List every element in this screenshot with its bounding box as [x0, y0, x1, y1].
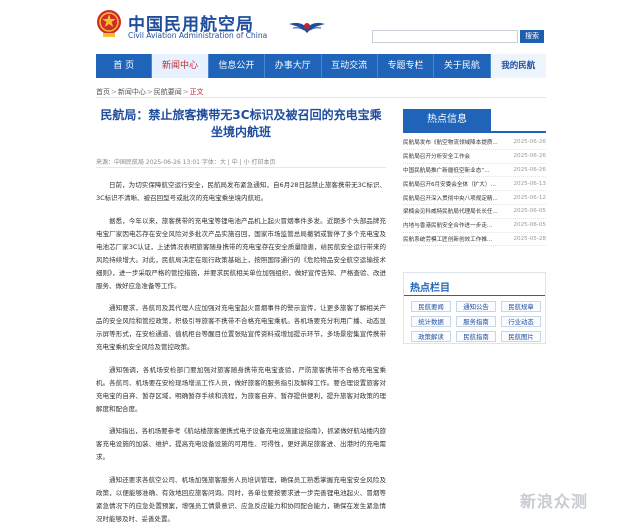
- topic-button[interactable]: 民航图片: [501, 331, 541, 342]
- search-input[interactable]: [372, 30, 518, 43]
- national-emblem-icon: [97, 10, 121, 37]
- nav-info-disclosure[interactable]: 信息公开: [209, 54, 266, 78]
- hot-item-title[interactable]: 中国民航局推广新疆低空新业态“...: [403, 166, 499, 174]
- breadcrumb-divider: [96, 97, 546, 98]
- nav-my-caac[interactable]: 我的民航: [490, 54, 546, 78]
- topic-button[interactable]: 行业动态: [501, 316, 541, 327]
- hot-item-title[interactable]: 民航系统劳模工匠创新创效工作推...: [403, 235, 499, 243]
- hot-item-title[interactable]: 民航局发布《航空物流领域降本提质...: [403, 138, 499, 146]
- breadcrumb: 首页>新闻中心>民航要闻>正文: [96, 88, 204, 96]
- list-item[interactable]: 内地与香港民航安全合作进一步走... 2025-06-05: [403, 219, 546, 233]
- article-meta-divider: [96, 167, 386, 168]
- hot-item-date: 2025-06-05: [513, 208, 546, 215]
- hot-info-divider: [403, 131, 546, 133]
- hot-topics-divider: [404, 295, 545, 296]
- article-paragraph: 日前，为切实保障航空运行安全，民航局发布紧急通知，自6月28日起禁止旅客携带无3…: [96, 181, 386, 202]
- nav-news-center[interactable]: 新闻中心: [152, 54, 209, 78]
- site-name-en: Civil Aviation Administration of China: [128, 31, 268, 40]
- hot-topics-title: 热点栏目: [410, 283, 450, 294]
- topic-button[interactable]: 民航指南: [456, 331, 496, 342]
- hot-item-date: 2025-06-05: [513, 222, 546, 229]
- topic-button[interactable]: 统计数据: [411, 316, 451, 327]
- search-button[interactable]: 搜索: [520, 30, 544, 43]
- site-header: 中国民用航空局 Civil Aviation Administration of…: [0, 0, 640, 50]
- hot-item-date: 2025-06-13: [513, 180, 546, 187]
- breadcrumb-home[interactable]: 首页: [96, 88, 110, 96]
- list-item[interactable]: 梁楠会见科威特民航局代理局长长任... 2025-06-05: [403, 205, 546, 219]
- article-paragraph: 通知强调，各机场安检部门要加强对旅客随身携带充电宝查验，严防旅客携带不合格充电宝…: [96, 365, 386, 413]
- topic-button[interactable]: 服务指南: [456, 316, 496, 327]
- hot-item-title[interactable]: 民航局召开深入贯彻中央八项规定精...: [403, 194, 499, 202]
- hot-item-title[interactable]: 民航局召开分析安全工作会: [403, 152, 499, 160]
- watermark-logo: 新浪众测: [520, 492, 589, 511]
- hot-info-list: 民航局发布《航空物流领域降本提质... 2025-06-26 民航局召开分析安全工…: [403, 136, 546, 247]
- nav-special-topics[interactable]: 专题专栏: [378, 54, 435, 78]
- hot-item-date: 2025-06-26: [513, 139, 546, 146]
- article-paragraph: 通知指出，各机场要参考《航站楼旅客便携式电子设备充电设施建设指南》，抓紧做好航站…: [96, 427, 386, 461]
- hot-topics-box: 热点栏目 民航要闻 通知公告 民航规章 统计数据 服务指南 行业动态 政策解读 …: [403, 272, 546, 344]
- list-item[interactable]: 民航系统劳模工匠创新创效工作推... 2025-05-28: [403, 233, 546, 247]
- hot-topics-grid: 民航要闻 通知公告 民航规章 统计数据 服务指南 行业动态 政策解读 民航指南 …: [411, 301, 541, 342]
- breadcrumb-subsection[interactable]: 民航要闻: [154, 88, 182, 96]
- hot-item-title[interactable]: 内地与香港民航安全合作进一步走...: [403, 221, 499, 229]
- main-nav: 首 页 新闻中心 信息公开 办事大厅 互动交流 专题专栏 关于民航 我的民航: [96, 54, 546, 78]
- list-item[interactable]: 民航局发布《航空物流领域降本提质... 2025-06-26: [403, 136, 546, 150]
- nav-interaction[interactable]: 互动交流: [322, 54, 378, 78]
- article-paragraph: 据悉，今年以来，旅客携带的充电宝等锂电池产品机上起火冒烟事件多发。近期多个头部品…: [96, 216, 386, 290]
- nav-home[interactable]: 首 页: [96, 54, 153, 78]
- article-body: 日前，为切实保障航空运行安全，民航局发布紧急通知，自6月28日起禁止旅客携带无3…: [96, 179, 386, 527]
- article-title: 民航局：禁止旅客携带无3C标识及被召回的充电宝乘坐境内航班: [100, 108, 382, 139]
- list-item[interactable]: 民航局召开分析安全工作会 2025-06-26: [403, 150, 546, 164]
- hot-item-date: 2025-06-26: [513, 153, 546, 160]
- nav-about[interactable]: 关于民航: [434, 54, 491, 78]
- hot-item-date: 2025-05-28: [513, 235, 546, 242]
- topic-button[interactable]: 政策解读: [411, 331, 451, 342]
- caac-wings-logo-icon: [289, 22, 325, 33]
- hot-item-date: 2025-06-26: [513, 166, 546, 173]
- list-item[interactable]: 中国民航局推广新疆低空新业态“... 2025-06-26: [403, 164, 546, 178]
- topic-button[interactable]: 民航要闻: [411, 301, 451, 312]
- topic-button[interactable]: 通知公告: [456, 301, 496, 312]
- list-item[interactable]: 民航局召开深入贯彻中央八项规定精... 2025-06-12: [403, 191, 546, 205]
- hot-item-title[interactable]: 梁楠会见科威特民航局代理局长长任...: [403, 207, 499, 215]
- article-paragraph: 通知还要求各航空公司、机场加强旅客服务人员培训管理，确保员工熟悉掌握充电宝安全风…: [96, 475, 386, 523]
- breadcrumb-current: 正文: [189, 88, 204, 96]
- article-meta: 来源：中国民航局 2025-06-26 13:01 字体：大 | 中 | 小 打…: [96, 159, 276, 166]
- hot-info-tab[interactable]: 热点信息: [403, 109, 491, 131]
- hot-item-date: 2025-06-12: [513, 194, 546, 201]
- article-paragraph: 通知要求，各航司及其代理人应加强对充电宝起火冒烟事件的警示宣传，让更多旅客了解相…: [96, 304, 386, 351]
- nav-service-hall[interactable]: 办事大厅: [265, 54, 322, 78]
- topic-button[interactable]: 民航规章: [501, 301, 541, 312]
- hot-item-title[interactable]: 民航局召开6月安委会全体（扩大）...: [403, 180, 499, 188]
- list-item[interactable]: 民航局召开6月安委会全体（扩大）... 2025-06-13: [403, 177, 546, 192]
- breadcrumb-section[interactable]: 新闻中心: [118, 88, 146, 96]
